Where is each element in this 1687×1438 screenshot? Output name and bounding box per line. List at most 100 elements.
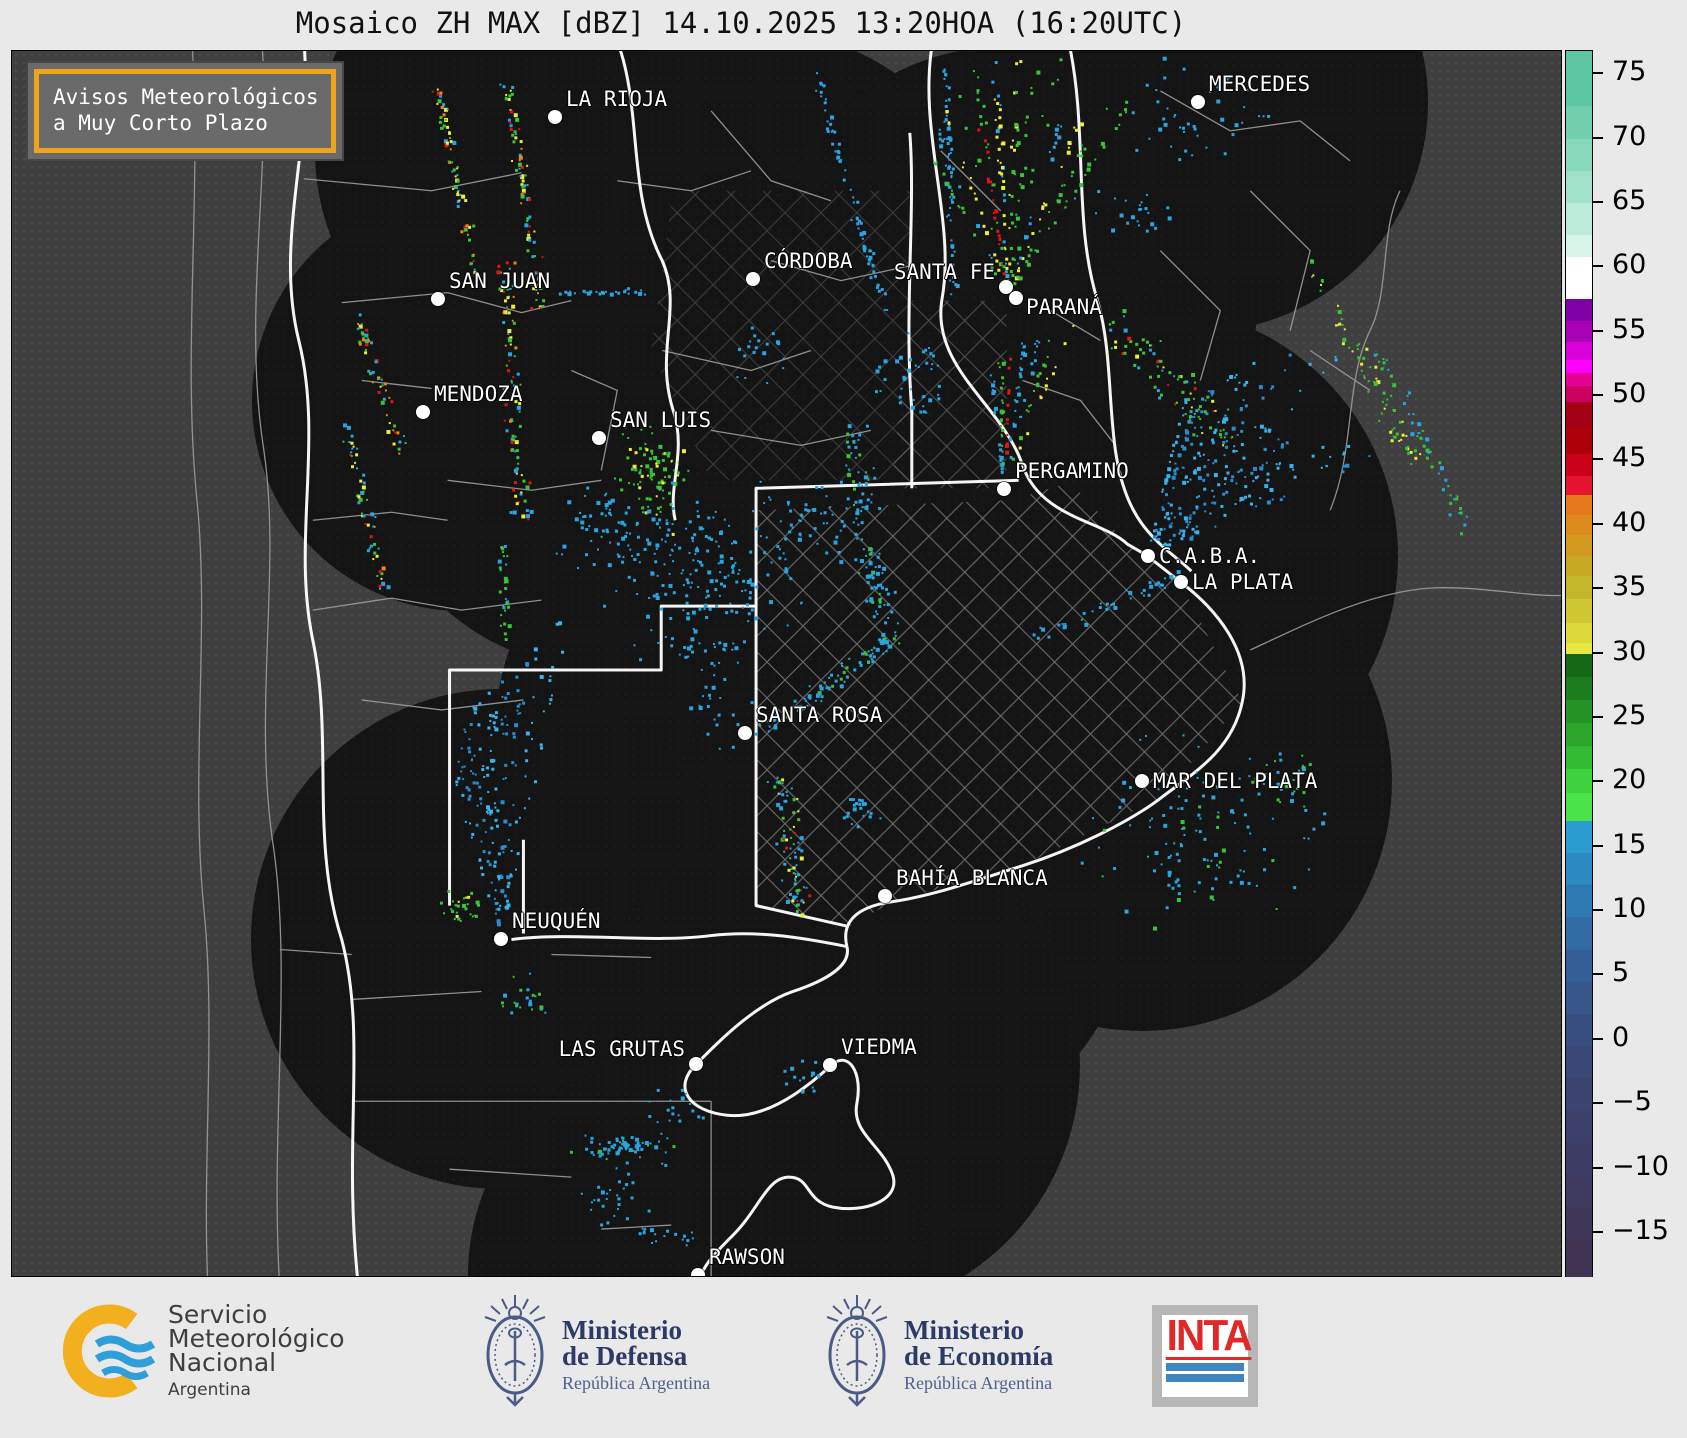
colorbar-tick-label: 35 [1612, 571, 1647, 603]
inta-bar-2 [1166, 1374, 1244, 1382]
economia-coat-of-arms-icon [819, 1293, 895, 1417]
colorbar-tick [1593, 1166, 1603, 1169]
colorbar-tick-label: −5 [1612, 1086, 1652, 1118]
city-label: SAN JUAN [449, 269, 551, 293]
city-dot [416, 405, 430, 419]
inta-label: INTA [1165, 1311, 1253, 1360]
defensa-coat-of-arms-icon [477, 1293, 553, 1417]
radar-mosaic-screen: Mosaico ZH MAX [dBZ] 14.10.2025 13:20HOA… [0, 0, 1687, 1438]
colorbar-tick [1593, 587, 1603, 590]
city-label: PARANÁ [1026, 295, 1102, 319]
colorbar-tick [1593, 265, 1603, 268]
city-dot [738, 726, 752, 740]
radar-map: LA RIOJA MERCEDES SAN JUAN CÓRDOBA SANTA FE P… [11, 50, 1562, 1277]
colorbar-tick-label: 10 [1612, 892, 1647, 924]
colorbar-tick [1593, 909, 1603, 912]
defensa-name-line2: de Defensa [562, 1341, 688, 1371]
city-dot [548, 110, 562, 124]
colorbar-tick [1593, 200, 1603, 203]
colorbar-tick [1593, 136, 1603, 139]
city-dot [746, 272, 760, 286]
city-label: NEUQUÉN [512, 909, 601, 933]
city-label: CÓRDOBA [764, 249, 853, 273]
city-label: LAS GRUTAS [558, 1037, 685, 1061]
economia-subtitle: República Argentina [904, 1373, 1053, 1393]
city-dot [691, 1268, 705, 1276]
city-dot [1141, 549, 1155, 563]
colorbar-tick-label: 5 [1612, 957, 1630, 989]
warning-line-2: a Muy Corto Plazo [53, 111, 268, 135]
colorbar-tick-label: −15 [1612, 1214, 1669, 1246]
city-label: SANTA ROSA [756, 703, 883, 727]
defensa-name-line1: Ministerio [562, 1315, 682, 1345]
colorbar-tick-label: 15 [1612, 828, 1647, 860]
warning-box-frame: Avisos Meteorológicos a Muy Corto Plazo [34, 69, 336, 153]
colorbar-tick [1593, 1230, 1603, 1233]
city-label: MAR DEL PLATA [1153, 769, 1318, 793]
city-label: C.A.B.A. [1159, 544, 1261, 568]
defensa-subtitle: República Argentina [562, 1373, 711, 1393]
city-label: LA RIOJA [566, 87, 668, 111]
footer-logos-bar: Servicio Meteorológico Nacional Argentin… [0, 1277, 1687, 1438]
city-label: PERGAMINO [1015, 459, 1129, 483]
colorbar-tick-label: 20 [1612, 764, 1647, 796]
city-dot [1009, 291, 1023, 305]
colorbar-tick [1593, 1102, 1603, 1105]
colorbar-tick-label: 30 [1612, 635, 1647, 667]
city-dot [878, 889, 892, 903]
city-label: BAHÍA BLANCA [896, 866, 1048, 890]
colorbar-tick [1593, 458, 1603, 461]
colorbar-tick [1593, 844, 1603, 847]
page-title: Mosaico ZH MAX [dBZ] 14.10.2025 13:20HOA… [295, 6, 1187, 40]
colorbar-tick-label: 70 [1612, 120, 1647, 152]
cities-layer: LA RIOJA MERCEDES SAN JUAN CÓRDOBA SANTA FE P… [12, 51, 1561, 1276]
colorbar-tick-label: 0 [1612, 1021, 1630, 1053]
city-dot [1135, 774, 1149, 788]
inta-logo: INTA [1152, 1305, 1258, 1407]
inta-bar-1 [1166, 1363, 1244, 1371]
colorbar-tick [1593, 1037, 1603, 1040]
colorbar-tick-label: 55 [1612, 313, 1647, 345]
city-dot [1191, 95, 1205, 109]
city-label: SANTA FE [893, 260, 995, 284]
colorbar-tick [1593, 715, 1603, 718]
colorbar-tick-label: −10 [1612, 1150, 1669, 1182]
city-label: MENDOZA [434, 382, 523, 406]
city-label: LA PLATA [1192, 570, 1294, 594]
city-label: VIEDMA [841, 1035, 917, 1059]
economia-logo-text: Ministerio de Economía República Argenti… [904, 1317, 1053, 1394]
colorbar [1565, 50, 1593, 1279]
warning-line-1: Avisos Meteorológicos [53, 85, 319, 109]
colorbar-tick-label: 65 [1612, 184, 1647, 216]
colorbar-tick-label: 45 [1612, 442, 1647, 474]
city-dot [997, 482, 1011, 496]
smn-name-line3: Nacional [168, 1348, 277, 1377]
colorbar-tick [1593, 651, 1603, 654]
colorbar-tick [1593, 522, 1603, 525]
city-dot [431, 292, 445, 306]
colorbar-tick [1593, 780, 1603, 783]
colorbar-tick-label: 75 [1612, 56, 1647, 88]
city-label: MERCEDES [1209, 72, 1311, 96]
colorbar-tick [1593, 394, 1603, 397]
inta-logo-inner: INTA [1162, 1314, 1253, 1397]
smn-logo [62, 1303, 159, 1403]
defensa-logo-text: Ministerio de Defensa República Argentin… [562, 1317, 710, 1394]
city-label: SAN LUIS [610, 408, 712, 432]
colorbar-tick [1593, 72, 1603, 75]
smn-country: Argentina [168, 1380, 251, 1400]
city-label: RAWSON [709, 1245, 785, 1269]
colorbar-tick [1593, 973, 1603, 976]
city-dot [494, 932, 508, 946]
economia-name-line1: Ministerio [904, 1315, 1024, 1345]
warning-box[interactable]: Avisos Meteorológicos a Muy Corto Plazo [26, 61, 344, 161]
economia-name-line2: de Economía [904, 1341, 1054, 1371]
city-dot [823, 1058, 837, 1072]
colorbar-tick-label: 25 [1612, 699, 1647, 731]
colorbar-tick-label: 60 [1612, 249, 1647, 281]
smn-logo-icon [62, 1304, 156, 1398]
city-dot [1174, 575, 1188, 589]
colorbar-tick-label: 50 [1612, 377, 1647, 409]
smn-logo-text: Servicio Meteorológico Nacional Argentin… [168, 1302, 345, 1400]
city-dot [592, 431, 606, 445]
